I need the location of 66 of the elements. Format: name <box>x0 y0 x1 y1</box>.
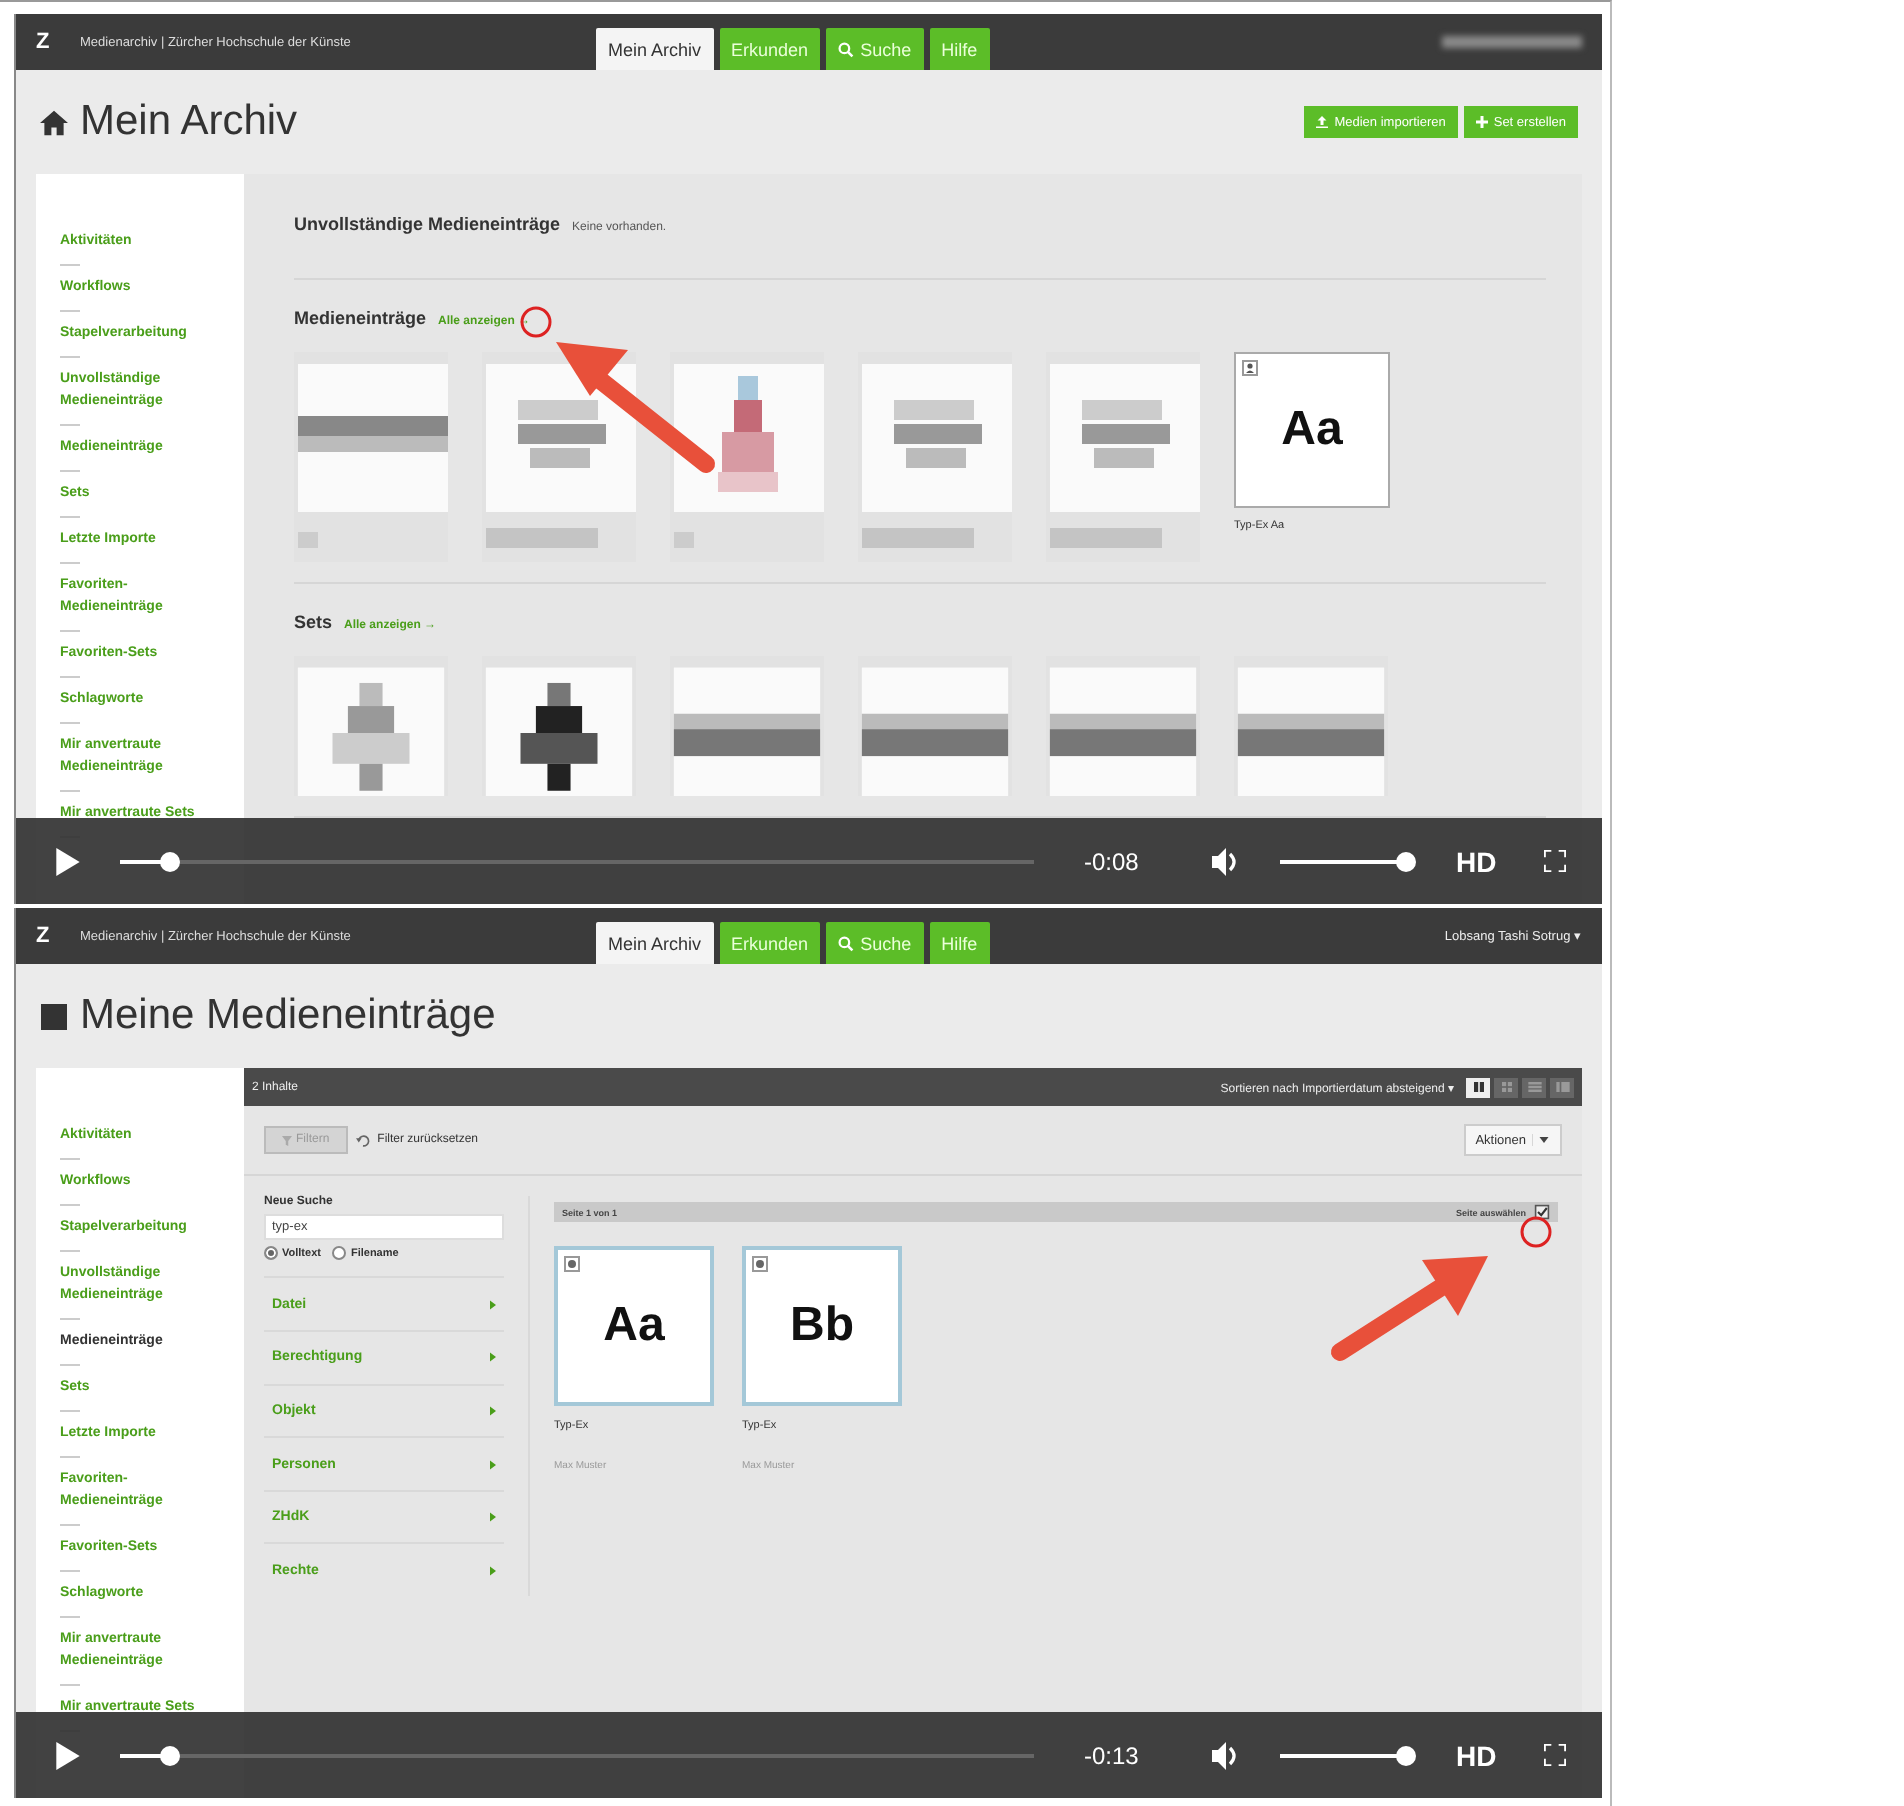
grid-icon <box>1499 1082 1513 1092</box>
nav-tab[interactable]: Hilfe <box>929 28 990 70</box>
play-icon[interactable] <box>56 847 80 875</box>
caret-icon <box>490 1565 496 1576</box>
checkbox-icon[interactable] <box>1534 1204 1550 1220</box>
table-icon <box>1555 1082 1569 1092</box>
time-remaining: -0:13 <box>1084 1741 1141 1769</box>
thumbnail-text: Aa <box>1281 402 1343 458</box>
columns-view-button[interactable] <box>1466 1077 1490 1097</box>
volume-handle[interactable] <box>1396 1745 1416 1765</box>
progress-handle[interactable] <box>160 851 181 871</box>
media-thumbnail[interactable]: Aa <box>1234 352 1390 508</box>
funnel-icon <box>282 1135 292 1145</box>
square-icon <box>40 1003 68 1029</box>
logo[interactable]: Z <box>36 924 80 948</box>
hd-toggle[interactable]: HD <box>1456 845 1497 877</box>
person-icon <box>1242 360 1258 376</box>
nav-tab[interactable]: Erkunden <box>719 922 821 964</box>
media-thumbnail[interactable]: Bb <box>742 1246 902 1406</box>
time-remaining: -0:08 <box>1084 847 1141 875</box>
logo[interactable]: Z <box>36 30 80 54</box>
section-title: Sets <box>294 612 333 632</box>
caret-icon <box>490 1512 496 1523</box>
blurred-user-name <box>1442 36 1582 48</box>
highlight-circle <box>1520 1216 1552 1248</box>
plus-icon <box>1475 116 1488 128</box>
page-title: Meine Medieneinträge <box>80 992 496 1040</box>
nav-tab[interactable]: Suche <box>826 922 924 964</box>
list-icon <box>1527 1082 1541 1092</box>
volume-icon[interactable] <box>1212 1741 1240 1769</box>
thumbnail-text: Aa <box>603 1298 665 1354</box>
section-title: Medieneinträge <box>294 308 427 328</box>
play-icon[interactable] <box>56 1741 80 1769</box>
nav-tab[interactable]: Mein Archiv <box>596 922 714 964</box>
highlight-circle <box>520 306 552 338</box>
circle-icon <box>752 1256 768 1272</box>
columns-icon <box>1471 1082 1485 1092</box>
upload-icon <box>1316 116 1329 128</box>
search-icon <box>838 41 855 57</box>
search-icon <box>838 935 855 951</box>
caret-icon <box>490 1405 496 1416</box>
volume-icon[interactable] <box>1212 847 1240 875</box>
caret-icon <box>490 1299 496 1310</box>
nav-tab[interactable]: Hilfe <box>929 922 990 964</box>
circle-icon <box>564 1256 580 1272</box>
thumbnail-text: Bb <box>790 1298 854 1354</box>
fullscreen-icon[interactable] <box>1544 1744 1566 1766</box>
table-view-button[interactable] <box>1550 1077 1574 1097</box>
volume-slider[interactable] <box>1280 1745 1416 1765</box>
list-view-button[interactable] <box>1522 1077 1546 1097</box>
reset-icon <box>355 1133 370 1147</box>
hd-toggle[interactable]: HD <box>1456 1739 1497 1771</box>
page-title: Mein Archiv <box>80 98 298 146</box>
caret-icon <box>490 1352 496 1363</box>
home-icon <box>40 109 68 135</box>
nav-tab[interactable]: Mein Archiv <box>596 28 714 70</box>
progress-handle[interactable] <box>160 1745 181 1765</box>
section-title: Unvollständige Medieneinträge <box>294 214 561 234</box>
nav-tab[interactable]: Suche <box>826 28 924 70</box>
caret-icon <box>490 1459 496 1469</box>
volume-handle[interactable] <box>1396 851 1416 871</box>
caret-icon <box>1532 1134 1550 1146</box>
media-thumbnail[interactable]: Aa <box>554 1246 714 1406</box>
volume-slider[interactable] <box>1280 851 1416 871</box>
nav-tab[interactable]: Erkunden <box>719 28 821 70</box>
fullscreen-icon[interactable] <box>1544 850 1566 872</box>
